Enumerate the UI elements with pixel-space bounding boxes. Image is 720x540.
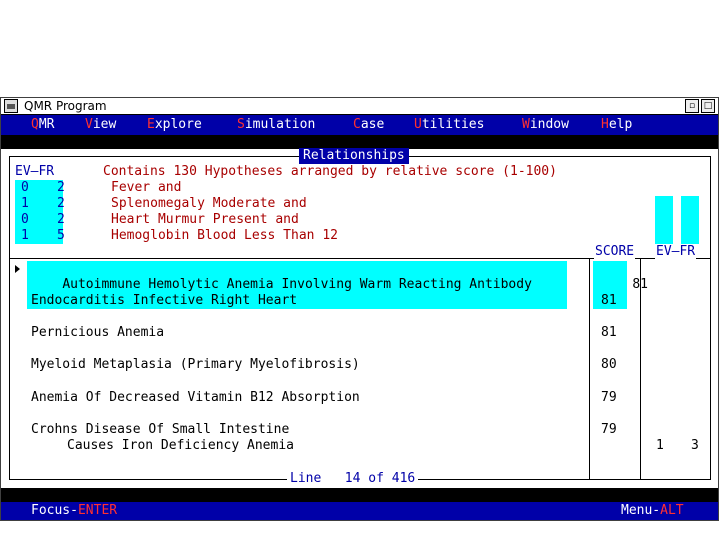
fr-bar (681, 196, 699, 244)
status-strip (1, 488, 718, 502)
finding-ev: 0 (21, 212, 29, 227)
line-indicator: Line 14 of 416 (287, 471, 419, 487)
hypothesis-row[interactable]: Myeloid Metaplasia (Primary Myelofibrosi… (31, 357, 360, 373)
finding-fr: 2 (57, 212, 65, 227)
finding-text[interactable]: Hemoglobin Blood Less Than 12 (111, 228, 338, 244)
system-menu-icon[interactable] (4, 99, 18, 113)
menu-window[interactable]: Window (522, 117, 569, 132)
menu-bar: QMR View Explore Simulation Case Utiliti… (1, 115, 718, 135)
qmr-window: QMR Program ▫ □ QMR View Explore Simulat… (0, 97, 719, 521)
score-header: SCORE (594, 244, 636, 260)
hypothesis-name: Autoimmune Hemolytic Anemia Involving Wa… (62, 277, 532, 292)
finding-fr: 2 (57, 196, 65, 211)
selection-arrow-icon (15, 265, 20, 273)
finding-ev: 0 (21, 180, 29, 195)
finding-ev: 1 (21, 228, 29, 243)
ev-fr-header-right: EV—FR (655, 244, 697, 260)
menu-help[interactable]: Help (601, 117, 632, 132)
menu-utilities[interactable]: Utilities (414, 117, 484, 132)
hypothesis-name: Crohns Disease Of Small Intestine (31, 422, 290, 437)
finding-text[interactable]: Fever and (111, 180, 181, 196)
menu-case[interactable]: Case (353, 117, 384, 132)
finding-fr: 2 (57, 180, 65, 195)
finding-text[interactable]: Heart Murmur Present and (111, 212, 299, 228)
hypothesis-name: Endocarditis Infective Right Heart (31, 293, 298, 308)
hypothesis-fr: 3 (691, 438, 699, 453)
finding-fr: 5 (57, 228, 65, 243)
toolbar-strip (1, 135, 718, 149)
hypothesis-score: 80 (601, 357, 617, 372)
hypothesis-score: 81 (601, 293, 617, 308)
menu-qmr[interactable]: QMR (31, 117, 54, 132)
panel-title: Relationships (299, 148, 409, 164)
hypothesis-name: Pernicious Anemia (31, 325, 165, 340)
hypothesis-row[interactable]: Pernicious Anemia (31, 325, 164, 341)
menu-explore[interactable]: Explore (147, 117, 202, 132)
window-title: QMR Program (24, 99, 107, 113)
minimize-icon[interactable]: ▫ (685, 99, 699, 113)
finding-ev: 1 (21, 196, 29, 211)
title-bar: QMR Program ▫ □ (1, 98, 718, 115)
menu-simulation[interactable]: Simulation (237, 117, 315, 132)
panel-description: Contains 130 Hypotheses arranged by rela… (103, 164, 557, 179)
hypothesis-name-line2: Causes Iron Deficiency Anemia (67, 438, 294, 453)
hypothesis-ev: 1 (656, 438, 664, 453)
hypothesis-score: 79 (601, 422, 617, 437)
hypothesis-row[interactable]: Endocarditis Infective Right Heart (31, 293, 297, 309)
maximize-icon[interactable]: □ (701, 99, 715, 113)
menu-hint: Menu-ALT (621, 503, 684, 518)
hypothesis-name: Myeloid Metaplasia (Primary Myelofibrosi… (31, 357, 360, 372)
hypothesis-row[interactable]: Anemia Of Decreased Vitamin B12 Absorpti… (31, 390, 360, 406)
ev-bar (655, 196, 673, 244)
hypothesis-name: Anemia Of Decreased Vitamin B12 Absorpti… (31, 390, 360, 405)
status-bar: Focus-ENTER Menu-ALT (1, 502, 718, 520)
hypothesis-score: 79 (601, 390, 617, 405)
finding-text[interactable]: Splenomegaly Moderate and (111, 196, 307, 212)
menu-view[interactable]: View (85, 117, 116, 132)
ev-fr-header-left: EV—FR (13, 164, 57, 180)
focus-hint: Focus-ENTER (31, 503, 118, 518)
hypothesis-row[interactable]: Crohns Disease Of Small Intestine (31, 422, 289, 438)
hypothesis-score: 81 (601, 325, 617, 340)
